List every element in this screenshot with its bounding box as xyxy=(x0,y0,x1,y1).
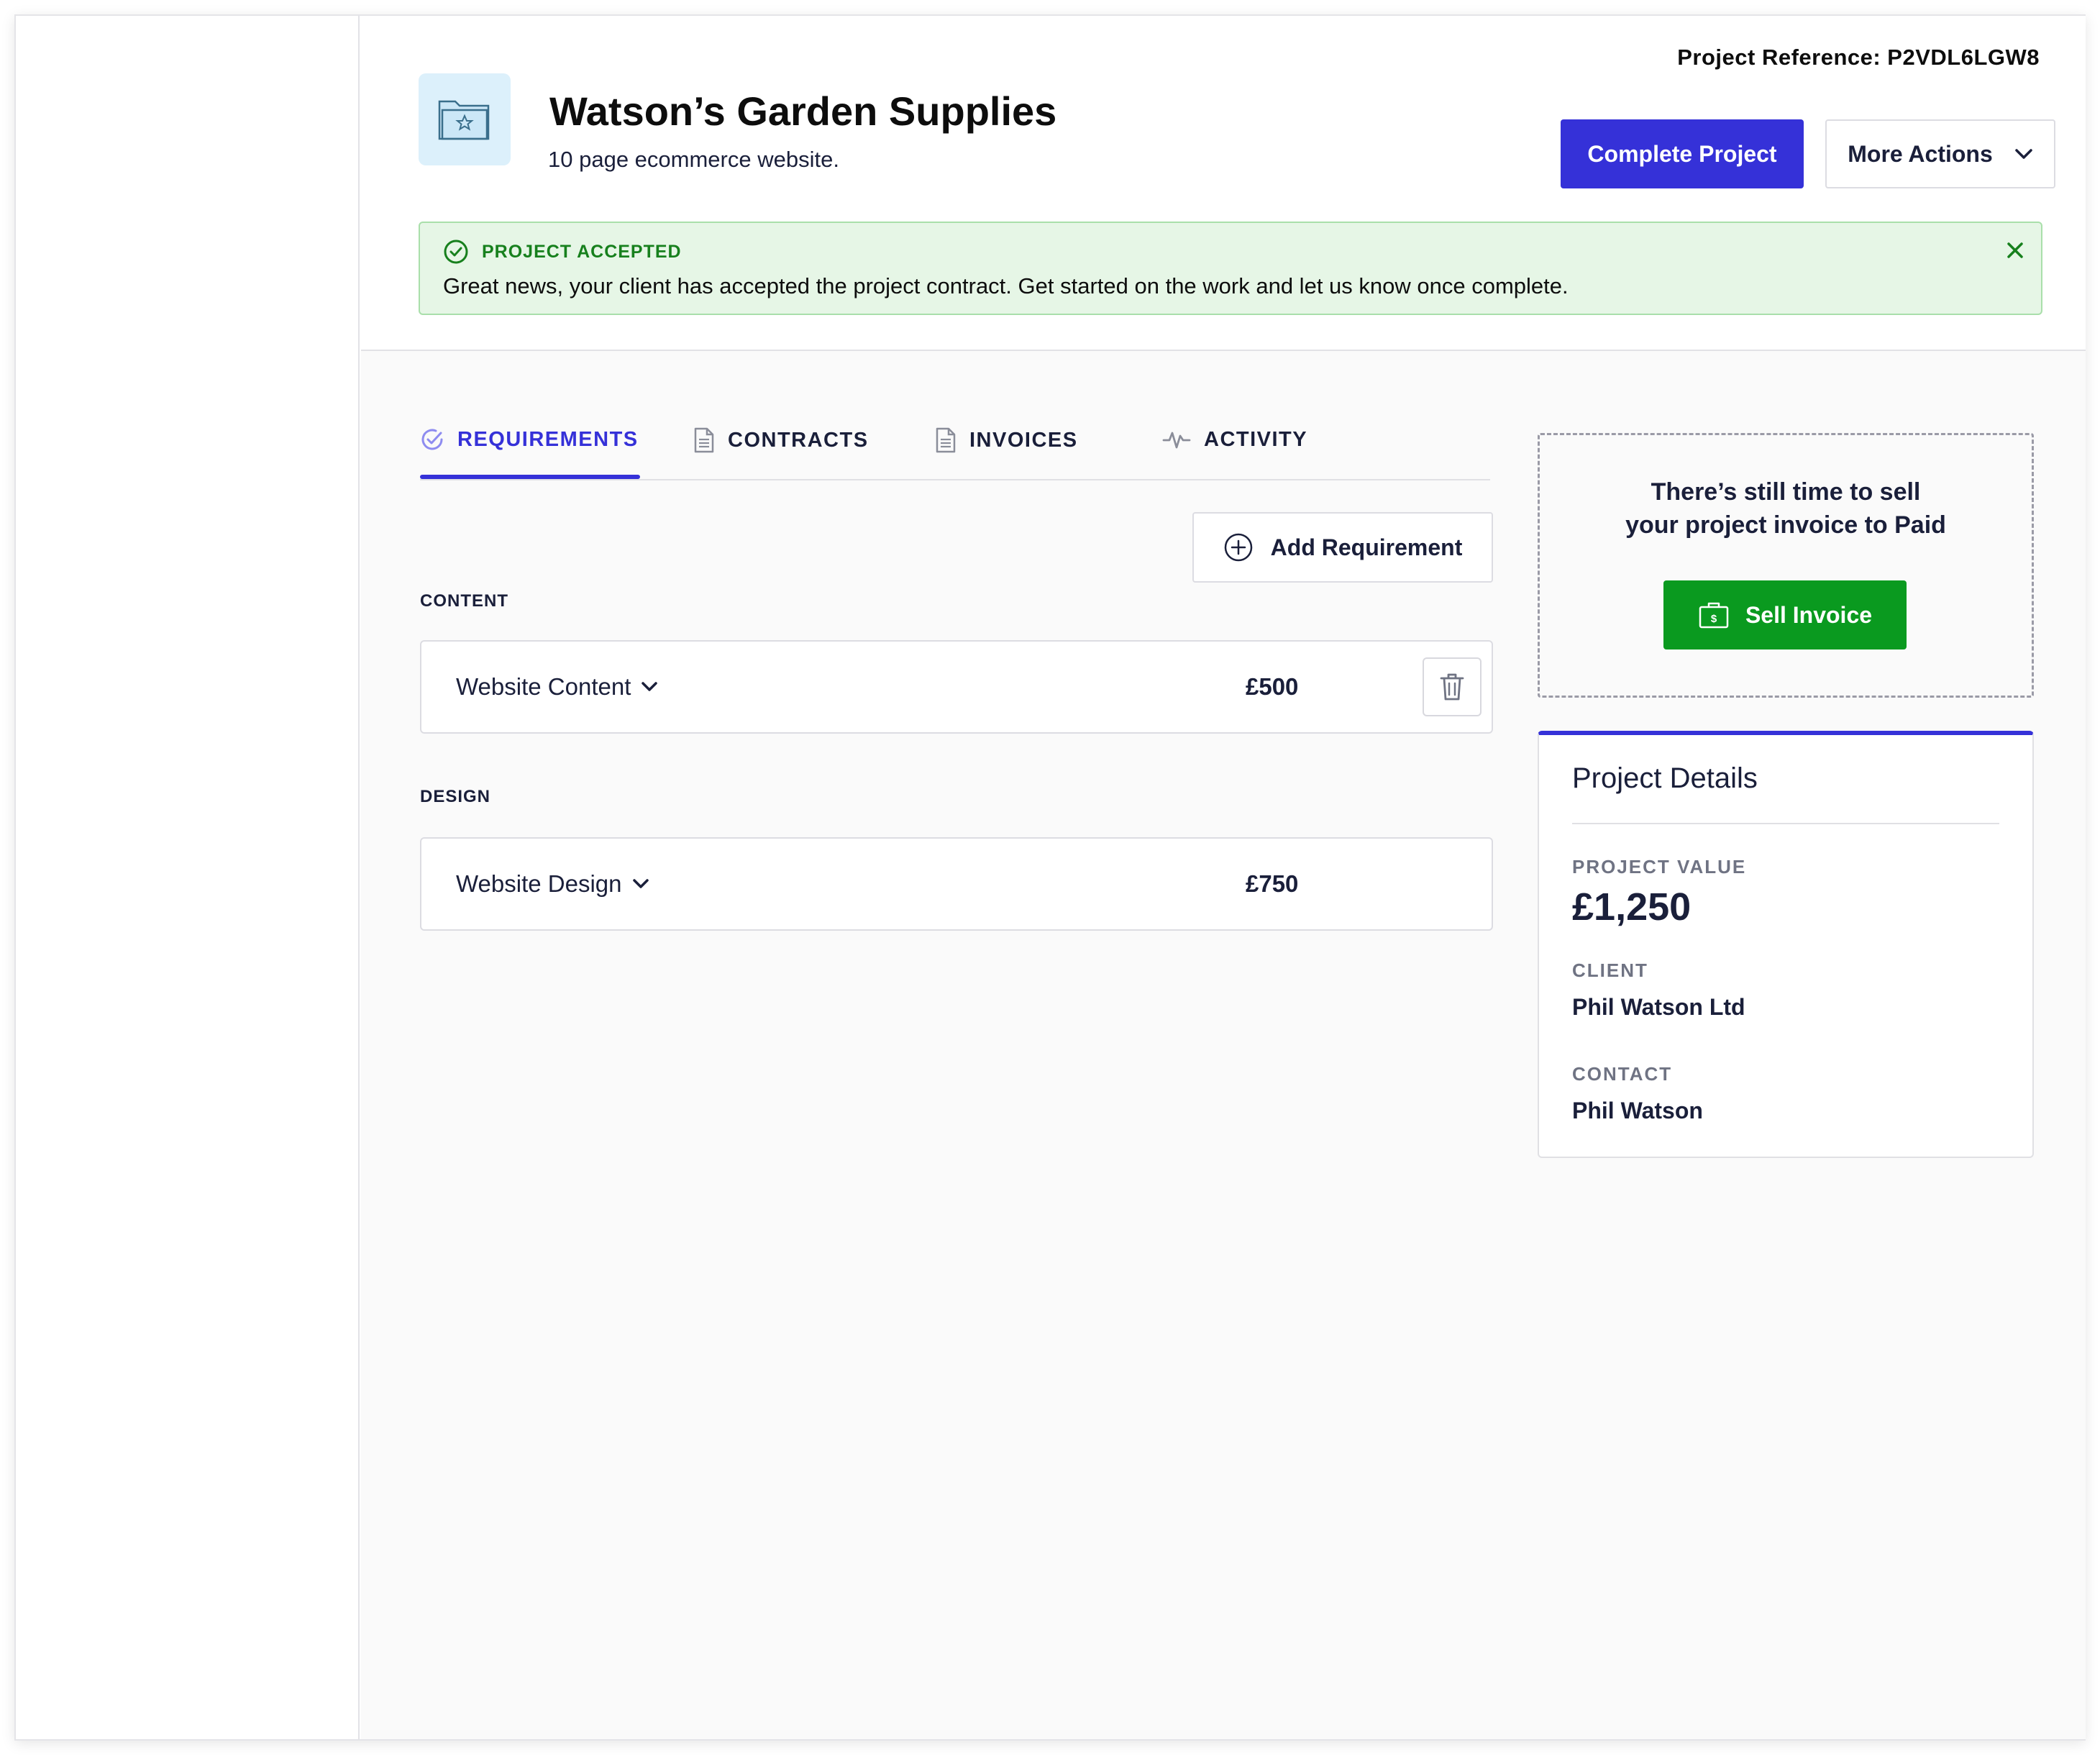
tab-invoices[interactable]: INVOICES xyxy=(935,427,1078,453)
trash-icon xyxy=(1440,673,1464,701)
requirement-card[interactable]: Website Design £750 xyxy=(420,837,1493,931)
alert-title: PROJECT ACCEPTED xyxy=(482,241,682,262)
section-label-content: CONTENT xyxy=(420,591,508,611)
chevron-down-icon xyxy=(642,682,658,691)
requirement-name-label: Website Content xyxy=(456,673,631,700)
alert-message: Great news, your client has accepted the… xyxy=(443,273,1569,298)
divider xyxy=(1572,823,1999,824)
project-tabs: REQUIREMENTS CONTRACTS INVOICES ACTIVITY xyxy=(420,403,1490,480)
requirement-name-label: Website Design xyxy=(456,870,622,897)
requirement-price: £750 xyxy=(1246,870,1299,897)
sell-invoice-button[interactable]: $ Sell Invoice xyxy=(1663,580,1907,649)
sidebar xyxy=(16,16,360,1739)
complete-project-label: Complete Project xyxy=(1587,140,1777,167)
requirement-name[interactable]: Website Content xyxy=(456,642,658,732)
contact-value: Phil Watson xyxy=(1572,1098,1703,1123)
briefcase-dollar-icon: $ xyxy=(1699,602,1729,629)
chevron-down-icon xyxy=(2015,149,2032,159)
project-header: Project Reference: P2VDL6LGW8 Watson’s G… xyxy=(361,16,2086,351)
document-icon xyxy=(694,427,714,453)
tab-invoices-label: INVOICES xyxy=(969,428,1078,452)
project-value-label: PROJECT VALUE xyxy=(1572,856,1747,878)
pulse-icon xyxy=(1162,432,1191,449)
tab-activity[interactable]: ACTIVITY xyxy=(1162,427,1307,452)
tab-contracts-label: CONTRACTS xyxy=(728,428,869,452)
add-requirement-label: Add Requirement xyxy=(1270,534,1463,560)
complete-project-button[interactable]: Complete Project xyxy=(1561,119,1804,188)
project-details-title: Project Details xyxy=(1572,762,1758,794)
active-tab-indicator xyxy=(420,475,640,479)
project-value: £1,250 xyxy=(1572,885,1692,929)
contact-label: CONTACT xyxy=(1572,1063,1673,1085)
sell-invoice-panel: There’s still time to sell your project … xyxy=(1538,433,2034,698)
delete-requirement-button[interactable] xyxy=(1423,657,1482,716)
tab-contracts[interactable]: CONTRACTS xyxy=(693,427,869,453)
client-value: Phil Watson Ltd xyxy=(1572,994,1745,1020)
project-details-card: Project Details PROJECT VALUE £1,250 CLI… xyxy=(1538,731,2034,1158)
close-icon[interactable] xyxy=(2004,239,2027,262)
project-reference: Project Reference: P2VDL6LGW8 xyxy=(1677,45,2040,70)
tab-activity-label: ACTIVITY xyxy=(1204,427,1308,451)
requirement-name[interactable]: Website Design xyxy=(456,839,649,929)
sell-invoice-label: Sell Invoice xyxy=(1745,601,1873,628)
more-actions-label: More Actions xyxy=(1848,140,1993,167)
project-subtitle: 10 page ecommerce website. xyxy=(548,147,839,172)
sell-invoice-line2: your project invoice to Paid xyxy=(1625,511,1946,539)
chevron-down-icon xyxy=(632,879,649,888)
more-actions-button[interactable]: More Actions xyxy=(1825,119,2055,188)
project-accepted-alert: PROJECT ACCEPTED Great news, your client… xyxy=(419,222,2042,315)
plus-circle-icon xyxy=(1224,533,1252,562)
sell-invoice-line1: There’s still time to sell xyxy=(1651,478,1921,506)
project-title: Watson’s Garden Supplies xyxy=(549,88,1057,134)
check-circle-icon xyxy=(444,240,468,264)
requirement-card[interactable]: Website Content £500 xyxy=(420,640,1493,734)
requirement-price: £500 xyxy=(1246,673,1299,700)
svg-text:$: $ xyxy=(1711,613,1717,625)
section-label-design: DESIGN xyxy=(420,787,491,806)
add-requirement-button[interactable]: Add Requirement xyxy=(1192,512,1493,583)
tab-requirements[interactable]: REQUIREMENTS xyxy=(420,427,640,479)
client-label: CLIENT xyxy=(1572,959,1648,981)
sell-invoice-message: There’s still time to sell your project … xyxy=(1540,475,2032,542)
folder-star-icon xyxy=(419,73,511,165)
app-window: Project Reference: P2VDL6LGW8 Watson’s G… xyxy=(14,14,2086,1741)
check-circle-icon xyxy=(421,429,443,450)
main-content: Project Reference: P2VDL6LGW8 Watson’s G… xyxy=(361,16,2086,1739)
tab-requirements-label: REQUIREMENTS xyxy=(457,427,639,451)
document-icon xyxy=(936,427,956,453)
